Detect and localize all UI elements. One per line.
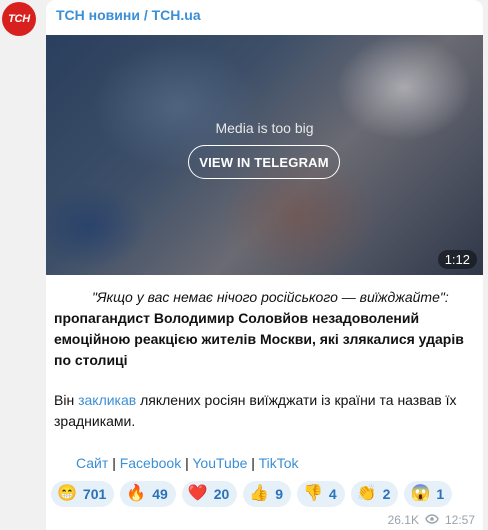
link-tiktok[interactable]: TikTok: [259, 455, 299, 471]
thumbs-down-emoji-icon: 👎: [303, 485, 323, 502]
grin-emoji-icon: 😁: [57, 485, 77, 502]
eye-icon: [425, 513, 439, 527]
post-text: Він: [54, 392, 79, 408]
reaction-count: 701: [82, 486, 107, 502]
reaction-count: 2: [382, 486, 391, 502]
view-count: 26.1K: [387, 513, 419, 527]
heart-emoji-icon: ❤️: [187, 485, 208, 502]
link-separator: |: [185, 455, 189, 471]
reaction-thumbs-down[interactable]: 👎 4: [297, 481, 345, 507]
reaction-count: 4: [328, 486, 337, 502]
post-paragraph-2: Він закликав ляклених росіян виїжджати і…: [54, 390, 474, 432]
reaction-heart[interactable]: ❤️ 20: [181, 481, 238, 507]
reaction-scream[interactable]: 😱 1: [404, 481, 453, 507]
post-inline-link[interactable]: закликав: [78, 392, 136, 408]
media-preview[interactable]: Media is too big VIEW IN TELEGRAM 1:12: [46, 35, 483, 275]
link-site[interactable]: Сайт: [76, 455, 108, 471]
link-separator: |: [251, 455, 255, 471]
reaction-count: 1: [436, 486, 445, 502]
reaction-count: 49: [152, 486, 168, 502]
link-facebook[interactable]: Facebook: [120, 455, 181, 471]
reaction-thumbs-up[interactable]: 👍 9: [243, 481, 291, 507]
clap-emoji-icon: 👏: [356, 485, 377, 502]
social-links: Сайт | Facebook | YouTube | TikTok: [54, 453, 488, 474]
reaction-fire[interactable]: 🔥 49: [120, 481, 176, 507]
reaction-count: 9: [275, 486, 283, 502]
reaction-clap[interactable]: 👏 2: [350, 481, 399, 507]
post-paragraph-1: "Якщо у вас немає нічого російського — в…: [54, 287, 474, 371]
channel-avatar[interactable]: ТСН: [2, 2, 36, 36]
link-youtube[interactable]: YouTube: [192, 455, 247, 471]
post-headline: пропагандист Володимир Соловйов незадово…: [54, 310, 464, 368]
message-meta: 26.1K 12:57: [388, 513, 475, 527]
thumbs-up-emoji-icon: 👍: [249, 485, 270, 502]
post-quote: "Якщо у вас немає нічого російського — в…: [92, 289, 449, 305]
media-too-big-message: Media is too big: [215, 120, 314, 136]
fire-emoji-icon: 🔥: [126, 485, 147, 502]
channel-name[interactable]: ТСН новини / TCH.ua: [56, 7, 201, 23]
scream-emoji-icon: 😱: [410, 485, 431, 502]
view-in-telegram-button[interactable]: VIEW IN TELEGRAM: [188, 145, 340, 179]
link-separator: |: [112, 455, 116, 471]
reactions-bar: 😁 701 🔥 49 ❤️ 20 👍 9 👎 4 👏 2 😱 1: [51, 481, 453, 507]
message-time: 12:57: [444, 513, 475, 527]
reaction-count: 20: [213, 486, 230, 502]
message-bubble: ТСН новини / TCH.ua Media is too big VIE…: [46, 0, 483, 530]
video-duration: 1:12: [437, 250, 477, 269]
reaction-grin[interactable]: 😁 701: [51, 481, 115, 507]
